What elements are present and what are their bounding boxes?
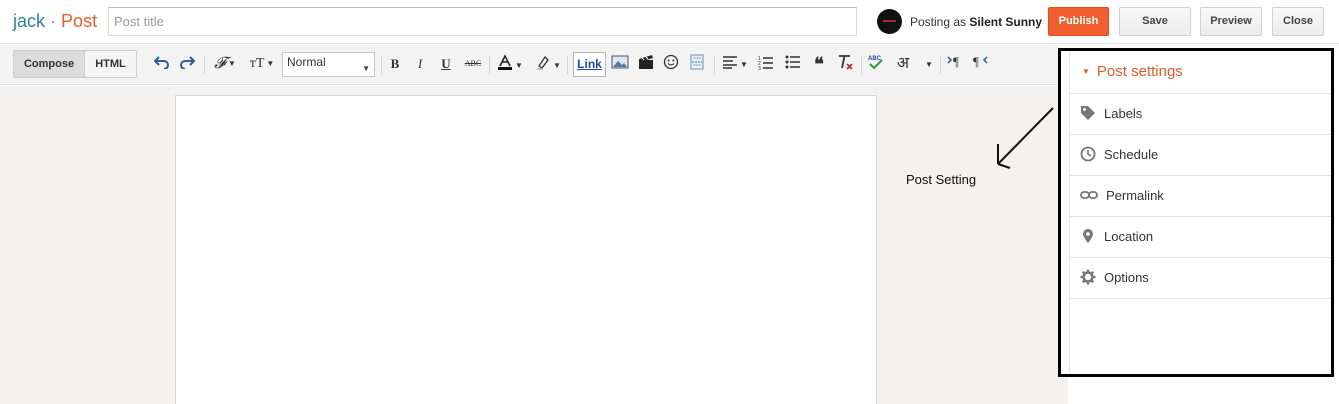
clock-icon — [1080, 146, 1096, 162]
save-button[interactable]: Save — [1119, 7, 1191, 36]
gear-icon — [1080, 269, 1096, 285]
jump-break-icon[interactable] — [688, 54, 706, 74]
section-name: Post — [61, 11, 98, 31]
editor-toolbar: Compose HTML 𝓕 ▼ тT ▼ Normal ▼ B I U ABC ▼… — [0, 45, 1060, 85]
avatar — [877, 9, 902, 34]
settings-item-schedule[interactable]: Schedule — [1070, 135, 1331, 176]
blog-name[interactable]: jack — [13, 11, 45, 31]
toolbar-divider — [489, 56, 490, 74]
text-color-icon[interactable]: ▼ — [495, 54, 525, 74]
post-body-editor[interactable] — [175, 95, 877, 404]
settings-item-label: Labels — [1104, 106, 1143, 121]
settings-item-label: Location — [1104, 229, 1154, 244]
ltr-icon[interactable]: ¶ — [946, 54, 964, 74]
bulleted-list-icon[interactable] — [784, 54, 802, 74]
toolbar-divider — [381, 56, 382, 74]
settings-item-label: Permalink — [1106, 188, 1164, 203]
post-settings-panel: ▼ Post settings Labels Schedule Permalink… — [1058, 48, 1334, 377]
transliteration-dropdown[interactable]: ▼ — [921, 54, 935, 74]
post-settings-list: ▼ Post settings Labels Schedule Permalink… — [1069, 51, 1331, 374]
editor-header: jack · Post Posting as Silent Sunny Publ… — [0, 0, 1339, 44]
bold-icon[interactable]: B — [387, 54, 403, 74]
image-icon[interactable] — [610, 54, 630, 74]
font-size-icon[interactable]: тT ▼ — [246, 54, 278, 74]
align-icon[interactable]: ▼ — [720, 54, 750, 74]
preview-button[interactable]: Preview — [1200, 7, 1262, 36]
brand-separator: · — [50, 11, 57, 31]
brand: jack · Post — [13, 11, 97, 32]
settings-item-labels[interactable]: Labels — [1070, 94, 1331, 135]
toolbar-divider — [567, 56, 568, 74]
spellcheck-icon[interactable]: ABC — [867, 54, 885, 74]
close-button[interactable]: Close — [1272, 7, 1324, 36]
posting-as: Posting as Silent Sunny — [910, 15, 1042, 29]
link-button[interactable]: Link — [573, 52, 606, 77]
emoticon-icon[interactable] — [662, 54, 680, 74]
link-icon — [1080, 191, 1098, 199]
italic-icon[interactable]: I — [412, 54, 428, 74]
settings-item-label: Options — [1104, 270, 1149, 285]
publish-button[interactable]: Publish — [1048, 7, 1109, 36]
location-pin-icon — [1083, 229, 1093, 243]
underline-icon[interactable]: U — [438, 54, 454, 74]
toolbar-divider — [714, 56, 715, 74]
rtl-icon[interactable]: ¶ — [972, 54, 990, 74]
video-icon[interactable] — [636, 54, 656, 74]
toolbar-divider — [861, 56, 862, 74]
svg-text:¶: ¶ — [953, 54, 959, 68]
toolbar-divider — [940, 56, 941, 74]
annotation-label: Post Setting — [906, 172, 977, 187]
post-settings-header[interactable]: ▼ Post settings — [1070, 51, 1331, 94]
annotation-arrow-icon — [997, 107, 1054, 169]
settings-item-location[interactable]: Location — [1070, 217, 1331, 258]
tag-icon — [1081, 106, 1095, 120]
paragraph-format-value: Normal — [287, 55, 326, 69]
post-settings-title: Post settings — [1096, 63, 1183, 80]
chevron-down-icon: ▼ — [362, 64, 370, 73]
post-title-input[interactable] — [108, 7, 857, 36]
html-mode-button[interactable]: HTML — [84, 50, 137, 78]
posting-as-prefix: Posting as — [910, 15, 967, 29]
svg-text:¶: ¶ — [973, 54, 979, 68]
redo-icon[interactable] — [178, 54, 196, 74]
highlight-icon[interactable]: ▼ — [533, 54, 563, 74]
transliteration-icon[interactable]: अ — [894, 54, 912, 74]
user-name: Silent Sunny — [969, 15, 1043, 29]
numbered-list-icon[interactable]: 123 — [757, 54, 775, 74]
svg-text:3: 3 — [758, 66, 761, 70]
toolbar-divider — [204, 56, 205, 74]
undo-icon[interactable] — [153, 54, 171, 74]
compose-mode-button[interactable]: Compose — [13, 50, 85, 78]
font-family-icon[interactable]: 𝓕 ▼ — [210, 54, 240, 74]
paragraph-format-select[interactable]: Normal ▼ — [282, 52, 375, 77]
settings-item-permalink[interactable]: Permalink — [1070, 176, 1331, 217]
quote-icon[interactable]: ❝ — [810, 54, 828, 74]
strikethrough-icon[interactable]: ABC — [462, 54, 484, 74]
settings-item-options[interactable]: Options — [1070, 258, 1331, 299]
clear-format-icon[interactable] — [836, 54, 854, 74]
settings-item-label: Schedule — [1104, 147, 1159, 162]
triangle-down-icon: ▼ — [1082, 67, 1090, 76]
